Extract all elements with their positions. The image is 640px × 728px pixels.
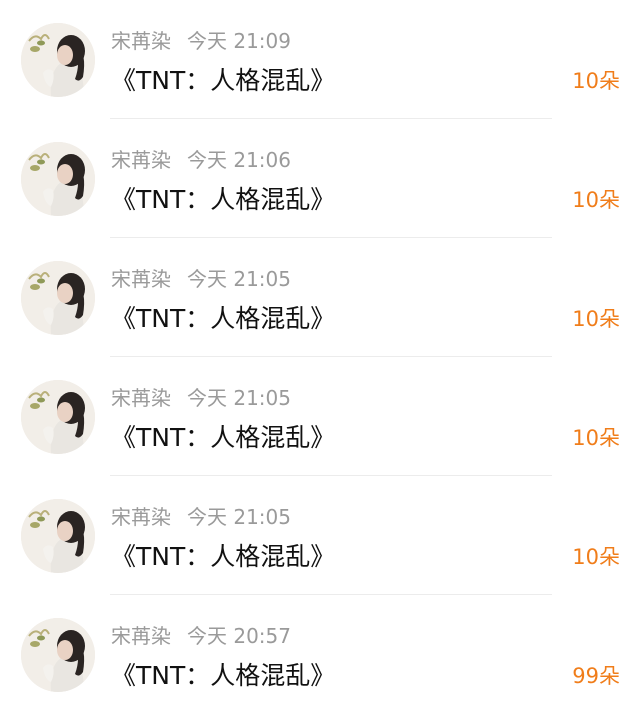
item-meta: 宋苒染 今天 21:05	[111, 264, 291, 294]
user-avatar-photo-icon	[21, 23, 95, 97]
gift-amount: 10朵	[572, 307, 620, 331]
gift-amount: 10朵	[572, 426, 620, 450]
work-title[interactable]: 《TNT：人格混乱》	[111, 539, 335, 575]
sender-name[interactable]: 宋苒染	[111, 29, 171, 53]
list-item[interactable]: 宋苒染 今天 21:05 《TNT：人格混乱》 10朵	[0, 476, 640, 595]
gift-amount: 10朵	[572, 69, 620, 93]
user-avatar-photo-icon	[21, 142, 95, 216]
item-meta: 宋苒染 今天 21:06	[111, 145, 291, 175]
user-avatar-photo-icon	[21, 261, 95, 335]
timestamp: 今天 21:09	[187, 29, 291, 53]
work-title[interactable]: 《TNT：人格混乱》	[111, 420, 335, 456]
avatar[interactable]	[21, 499, 95, 573]
item-meta: 宋苒染 今天 20:57	[111, 621, 291, 651]
gift-amount: 10朵	[572, 545, 620, 569]
item-meta: 宋苒染 今天 21:05	[111, 383, 291, 413]
list-item[interactable]: 宋苒染 今天 21:06 《TNT：人格混乱》 10朵	[0, 119, 640, 238]
work-title[interactable]: 《TNT：人格混乱》	[111, 182, 335, 218]
list-item[interactable]: 宋苒染 今天 21:05 《TNT：人格混乱》 10朵	[0, 238, 640, 357]
work-title[interactable]: 《TNT：人格混乱》	[111, 63, 335, 99]
avatar[interactable]	[21, 23, 95, 97]
sender-name[interactable]: 宋苒染	[111, 624, 171, 648]
timestamp: 今天 21:05	[187, 505, 291, 529]
timestamp: 今天 20:57	[187, 624, 291, 648]
timestamp: 今天 21:06	[187, 148, 291, 172]
work-title[interactable]: 《TNT：人格混乱》	[111, 301, 335, 337]
timestamp: 今天 21:05	[187, 267, 291, 291]
list-item[interactable]: 宋苒染 今天 21:05 《TNT：人格混乱》 10朵	[0, 357, 640, 476]
avatar[interactable]	[21, 261, 95, 335]
avatar[interactable]	[21, 142, 95, 216]
item-meta: 宋苒染 今天 21:05	[111, 502, 291, 532]
user-avatar-photo-icon	[21, 380, 95, 454]
gift-amount: 10朵	[572, 188, 620, 212]
user-avatar-photo-icon	[21, 618, 95, 692]
item-meta: 宋苒染 今天 21:09	[111, 26, 291, 56]
sender-name[interactable]: 宋苒染	[111, 386, 171, 410]
sender-name[interactable]: 宋苒染	[111, 148, 171, 172]
gift-record-list: 宋苒染 今天 21:09 《TNT：人格混乱》 10朵 宋苒染 今天 21:06 《…	[0, 0, 640, 728]
gift-amount: 99朵	[572, 664, 620, 688]
avatar[interactable]	[21, 380, 95, 454]
list-item[interactable]: 宋苒染 今天 20:57 《TNT：人格混乱》 99朵	[0, 595, 640, 714]
sender-name[interactable]: 宋苒染	[111, 505, 171, 529]
user-avatar-photo-icon	[21, 499, 95, 573]
avatar[interactable]	[21, 618, 95, 692]
list-item[interactable]: 宋苒染 今天 21:09 《TNT：人格混乱》 10朵	[0, 0, 640, 119]
sender-name[interactable]: 宋苒染	[111, 267, 171, 291]
work-title[interactable]: 《TNT：人格混乱》	[111, 658, 335, 694]
timestamp: 今天 21:05	[187, 386, 291, 410]
